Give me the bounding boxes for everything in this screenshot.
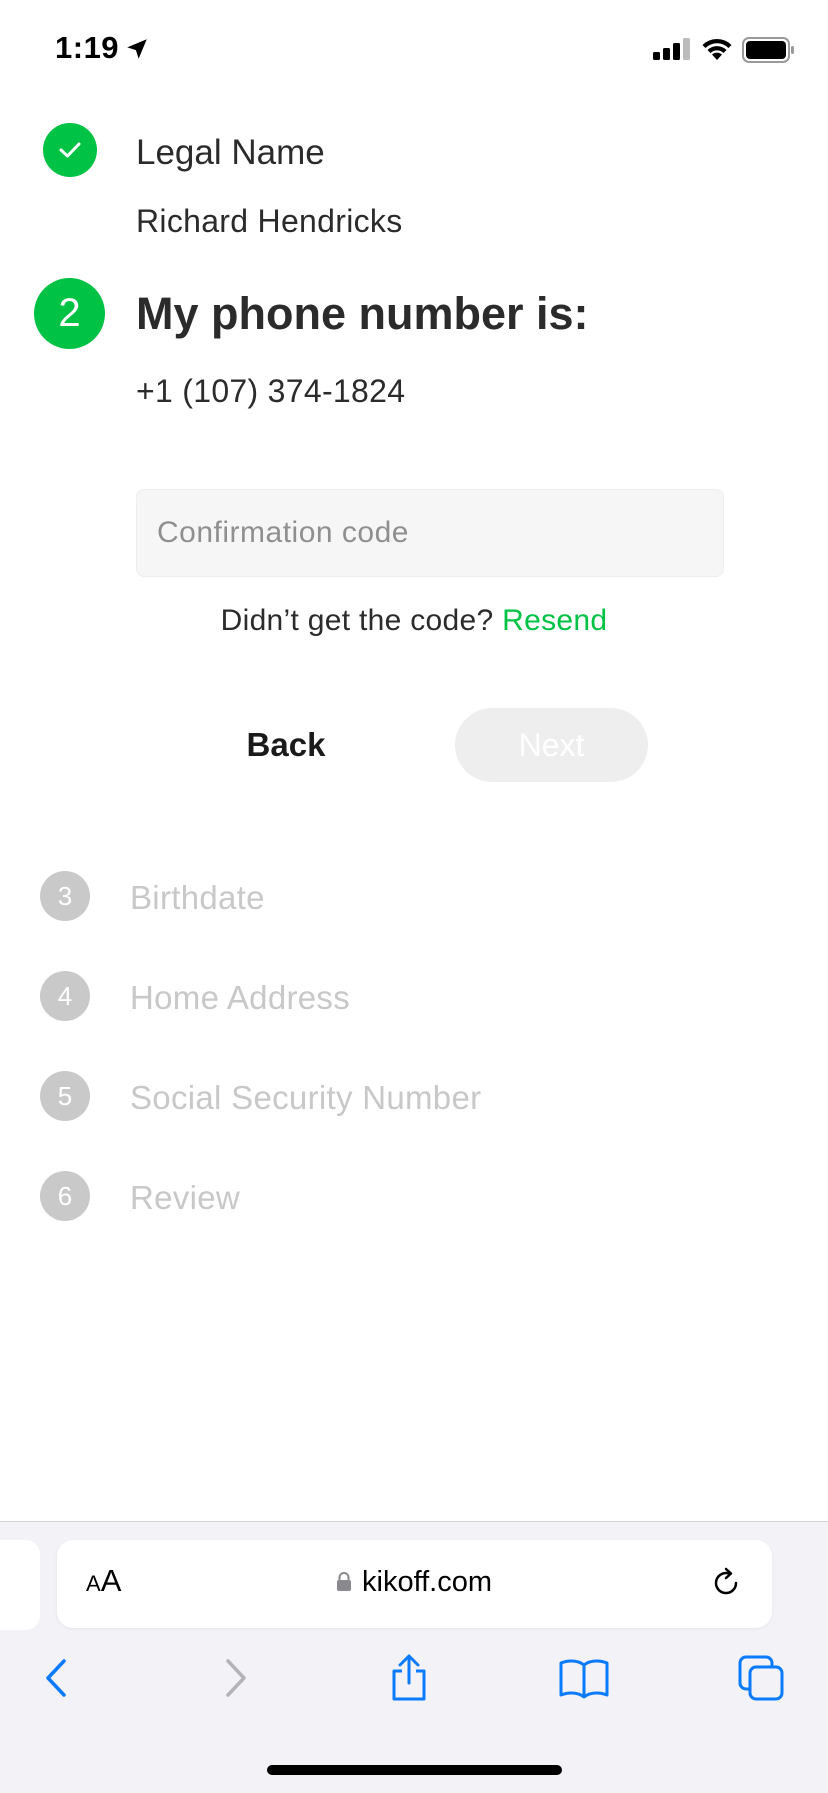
wifi-icon — [702, 38, 732, 60]
resend-row: Didn’t get the code? Resend — [0, 604, 828, 638]
tabs-icon[interactable] — [736, 1653, 786, 1703]
lock-icon — [337, 1572, 351, 1591]
home-indicator — [267, 1765, 562, 1775]
step-2-title: My phone number is: — [136, 288, 589, 339]
cellular-signal-icon — [653, 38, 690, 60]
step-4-badge: 4 — [40, 971, 90, 1021]
step-4-label: Home Address — [130, 979, 351, 1016]
confirmation-code-input[interactable] — [136, 489, 724, 577]
step-1-complete-badge — [43, 123, 97, 177]
step-3-badge: 3 — [40, 871, 90, 921]
step-5-label: Social Security Number — [130, 1079, 482, 1116]
phone-number-value: +1 (107) 374-1824 — [136, 373, 406, 409]
step-1-title[interactable]: Legal Name — [136, 133, 325, 173]
reader-settings-button[interactable]: AA — [86, 1563, 121, 1599]
battery-icon — [742, 37, 794, 63]
resend-link[interactable]: Resend — [502, 604, 607, 637]
checkmark-icon — [59, 142, 81, 158]
resend-prompt: Didn’t get the code? — [220, 604, 494, 637]
previous-tab-preview[interactable] — [0, 1540, 40, 1630]
reload-icon[interactable] — [709, 1566, 743, 1600]
step-2-badge: 2 — [34, 278, 105, 349]
step-3-label: Birthdate — [130, 879, 265, 916]
forward-nav-icon[interactable] — [220, 1653, 250, 1703]
status-time: 1:19 — [55, 30, 120, 65]
legal-name-value: Richard Hendricks — [136, 203, 403, 239]
location-arrow-icon — [127, 39, 147, 59]
step-5-badge: 5 — [40, 1071, 90, 1121]
bookmarks-icon[interactable] — [558, 1653, 610, 1703]
next-button[interactable]: Next — [455, 708, 648, 782]
back-button[interactable]: Back — [226, 710, 346, 780]
share-icon[interactable] — [388, 1653, 430, 1703]
back-nav-icon[interactable] — [42, 1653, 72, 1703]
step-6-badge: 6 — [40, 1171, 90, 1221]
step-6-label: Review — [130, 1179, 241, 1216]
url-text[interactable]: kikoff.com — [362, 1566, 492, 1599]
